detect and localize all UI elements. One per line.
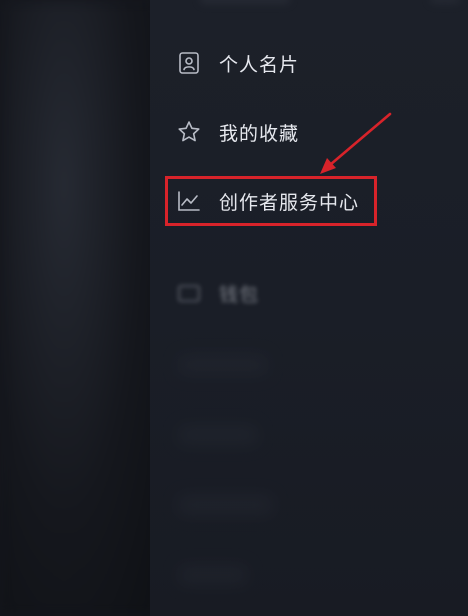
menu-item-wallet[interactable]: 钱包: [176, 276, 259, 310]
menu-item-label: 个人名片: [219, 53, 300, 76]
ghost-item: [178, 565, 248, 585]
ghost-item: [178, 495, 273, 515]
star-icon: [176, 119, 202, 145]
annotation-arrow-icon: [320, 112, 392, 174]
menu-item-label: 我的收藏: [219, 122, 300, 145]
ghost-item: [178, 355, 268, 375]
menu-item-business-card[interactable]: 个人名片: [176, 43, 299, 83]
top-cut-item: [200, 0, 290, 4]
id-card-icon: [176, 50, 202, 76]
top-cut-item-right: [430, 0, 460, 4]
menu-item-label: 钱包: [219, 283, 260, 306]
blurred-background: [0, 0, 160, 616]
menu-item-favorites[interactable]: 我的收藏: [176, 112, 299, 152]
ghost-item: [178, 425, 258, 445]
wallet-icon: [176, 280, 202, 306]
